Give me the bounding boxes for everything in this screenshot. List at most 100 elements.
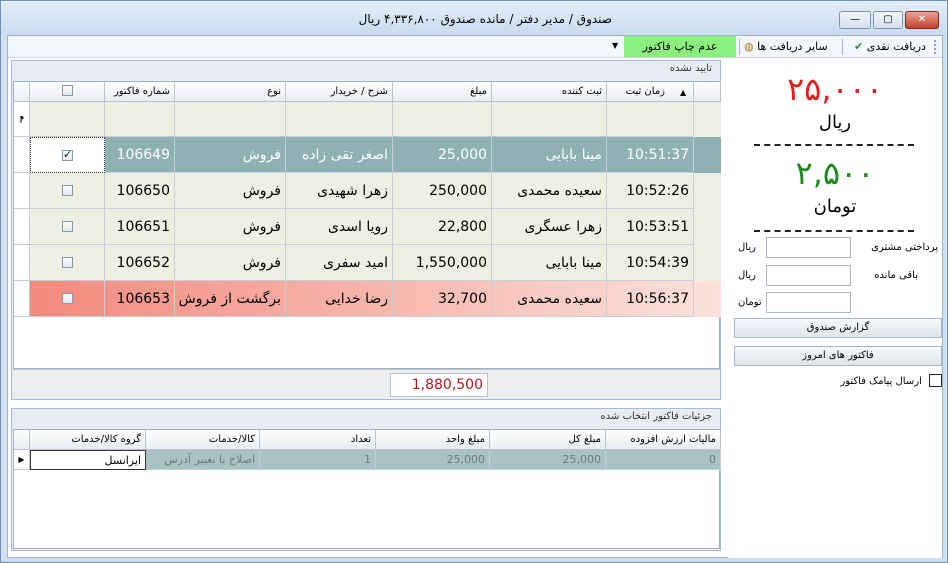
registrar-cell[interactable]: مینا بابایی — [492, 137, 607, 173]
row-select-cell[interactable] — [30, 209, 105, 245]
filter-row-indicator: ⁋ — [14, 102, 30, 137]
row-select-cell[interactable] — [30, 245, 105, 281]
cash-receive-button[interactable]: دریافت نقدی ✔ — [854, 38, 926, 56]
type-cell[interactable]: فروش — [175, 245, 286, 281]
invoice-number-cell[interactable]: 106651 — [105, 209, 175, 245]
select-all-checkbox[interactable] — [61, 85, 73, 96]
row-indicator-arrow: ▶ — [14, 450, 30, 470]
filter-row: ⁋ — [14, 102, 721, 137]
time-cell[interactable]: 10:56:37 — [607, 281, 694, 317]
filter-cell[interactable] — [492, 102, 607, 137]
row-header-corner — [14, 430, 30, 450]
row-checkbox[interactable] — [61, 257, 73, 268]
filter-cell[interactable] — [286, 102, 393, 137]
row-select-cell[interactable] — [30, 137, 105, 173]
amount-cell[interactable]: 22,800 — [393, 209, 492, 245]
row-checkbox[interactable] — [61, 293, 73, 304]
amount-cell[interactable]: 250,000 — [393, 173, 492, 209]
type-cell[interactable]: فروش — [175, 209, 286, 245]
toman-label: تومان — [813, 196, 857, 217]
registrar-cell[interactable]: سعیده محمدی — [492, 281, 607, 317]
detail-item-cell[interactable]: اصلاح یا تغییر آدرس — [146, 450, 260, 470]
col-amount[interactable]: مبلغ — [393, 82, 492, 102]
buyer-cell[interactable]: رویا اسدی — [286, 209, 393, 245]
grid-footer: 1,880,500 — [13, 369, 720, 399]
col-buyer[interactable]: شرح / خریدار — [286, 82, 393, 102]
col-item-group[interactable]: گروه کالا/خدمات — [30, 430, 146, 450]
col-type[interactable]: نوع — [175, 82, 286, 102]
select-all-header[interactable] — [30, 82, 105, 102]
table-row[interactable]: 106653 برگشت از فروش رضا خدایی 32,700 سعیده … — [14, 281, 721, 317]
row-checkbox[interactable] — [62, 148, 73, 161]
amount-cell[interactable]: 32,700 — [393, 281, 492, 317]
invoice-number-cell[interactable]: 106649 — [105, 137, 175, 173]
filter-cell[interactable] — [105, 102, 175, 137]
type-cell[interactable]: فروش — [175, 173, 286, 209]
col-item[interactable]: کالا/خدمات — [146, 430, 260, 450]
detail-qty-cell[interactable]: 1 — [260, 450, 376, 470]
send-sms-option[interactable]: ارسال پیامک فاکتور — [840, 374, 942, 387]
rial-amount: ۲۵,۰۰۰ — [786, 70, 884, 108]
time-cell[interactable]: 10:52:26 — [607, 173, 694, 209]
amount-cell[interactable]: 1,550,000 — [393, 245, 492, 281]
col-qty[interactable]: تعداد — [260, 430, 376, 450]
filter-cell[interactable] — [607, 102, 694, 137]
remaining-rial-field — [766, 265, 851, 286]
table-row[interactable]: 106652 فروش امید سفری 1,550,000 مینا بابایی 1… — [14, 245, 721, 281]
other-receives-label: سایر دریافت ها — [757, 40, 828, 53]
toolbar-separator — [739, 39, 740, 55]
send-sms-label: ارسال پیامک فاکتور — [840, 375, 922, 387]
close-button[interactable]: ✕ — [905, 11, 939, 29]
filter-cell[interactable] — [175, 102, 286, 137]
table-row[interactable]: 106651 فروش رویا اسدی 22,800 زهرا عسگری 10:53… — [14, 209, 721, 245]
col-invoice-number[interactable]: شماره فاکتور — [105, 82, 175, 102]
row-select-cell[interactable] — [30, 281, 105, 317]
row-select-cell[interactable] — [30, 173, 105, 209]
col-total[interactable]: مبلغ کل — [490, 430, 606, 450]
unconfirmed-group-title: تایید نشده — [669, 63, 712, 74]
divider — [754, 230, 914, 232]
buyer-cell[interactable]: زهرا شهیدی — [286, 173, 393, 209]
detail-group-cell[interactable]: ایرانسل — [30, 450, 146, 470]
today-invoices-button[interactable]: فاکتور های امروز — [734, 346, 942, 366]
registrar-cell[interactable]: زهرا عسگری — [492, 209, 607, 245]
invoice-number-cell[interactable]: 106652 — [105, 245, 175, 281]
buyer-cell[interactable]: اصغر تقی زاده — [286, 137, 393, 173]
row-indicator — [14, 173, 30, 209]
no-print-toggle[interactable]: عدم چاپ فاکتور — [624, 36, 736, 57]
invoice-number-cell[interactable]: 106650 — [105, 173, 175, 209]
buyer-cell[interactable]: رضا خدایی — [286, 281, 393, 317]
toolbar-grip[interactable] — [934, 40, 938, 54]
filter-cell[interactable] — [393, 102, 492, 137]
registrar-cell[interactable]: سعیده محمدی — [492, 173, 607, 209]
customer-payment-input[interactable] — [766, 237, 851, 258]
buyer-cell[interactable]: امید سفری — [286, 245, 393, 281]
col-unit-price[interactable]: مبلغ واحد — [376, 430, 490, 450]
detail-total-cell[interactable]: 25,000 — [490, 450, 606, 470]
type-cell[interactable]: برگشت از فروش — [175, 281, 286, 317]
detail-vat-cell[interactable]: 0 — [606, 450, 721, 470]
time-cell[interactable]: 10:51:37 — [607, 137, 694, 173]
time-cell[interactable]: 10:54:39 — [607, 245, 694, 281]
type-cell[interactable]: فروش — [175, 137, 286, 173]
maximize-button[interactable]: ▢ — [873, 11, 903, 29]
invoice-number-cell[interactable]: 106653 — [105, 281, 175, 317]
row-checkbox[interactable] — [61, 185, 73, 196]
checkmark-icon: ✔ — [854, 40, 864, 53]
amount-cell[interactable]: 25,000 — [393, 137, 492, 173]
remaining-toman-field — [766, 292, 851, 313]
table-row[interactable]: ▶ 106649فروشاصغر تقی زاده25,000مینا بابای… — [14, 137, 721, 173]
filter-cell[interactable] — [30, 102, 105, 137]
send-sms-checkbox[interactable] — [929, 374, 942, 387]
minimize-button[interactable]: — — [839, 11, 871, 29]
table-row[interactable]: 106650 فروش زهرا شهیدی 250,000 سعیده محمدی 10… — [14, 173, 721, 209]
chevron-down-icon[interactable]: ▼ — [612, 41, 618, 50]
cash-report-button[interactable]: گزارش صندوق — [734, 318, 942, 338]
col-vat[interactable]: مالیات ارزش افزوده — [606, 430, 721, 450]
detail-unit-price-cell[interactable]: 25,000 — [376, 450, 490, 470]
time-cell[interactable]: 10:53:51 — [607, 209, 694, 245]
registrar-cell[interactable]: مینا بابایی — [492, 245, 607, 281]
other-receives-button[interactable]: سایر دریافت ها ◍ — [744, 38, 828, 56]
row-checkbox[interactable] — [61, 221, 73, 232]
col-registrar[interactable]: ثبت کننده — [492, 82, 607, 102]
